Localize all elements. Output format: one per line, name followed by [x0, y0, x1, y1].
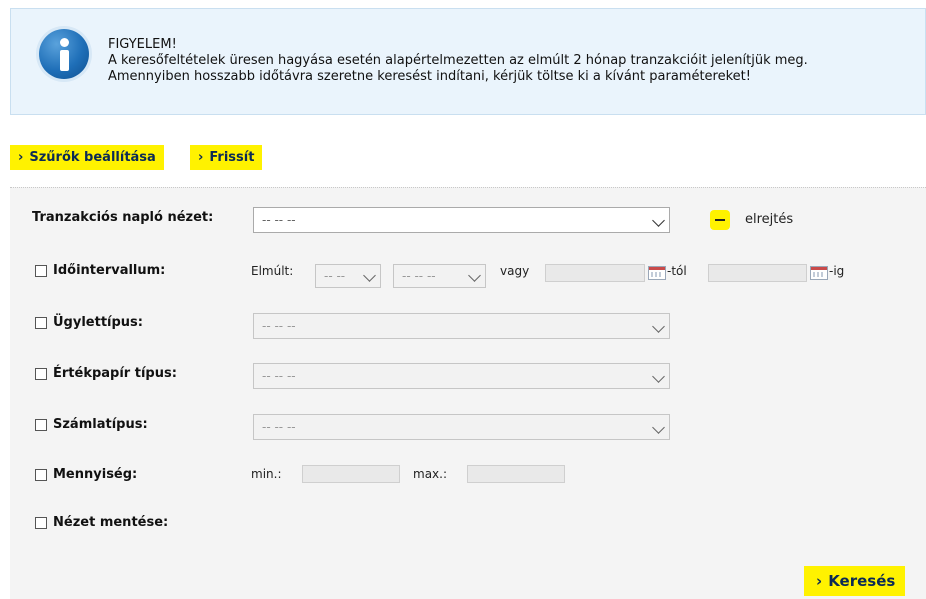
- view-label: Tranzakciós napló nézet:: [32, 210, 214, 225]
- filter-panel: Tranzakciós napló nézet: -- -- -- elrejt…: [10, 187, 926, 599]
- filter-settings-label: Szűrők beállítása: [29, 150, 156, 165]
- to-suffix: -ig: [829, 264, 845, 278]
- search-label: Keresés: [828, 572, 896, 590]
- chevron-down-icon: [652, 214, 665, 227]
- deal-type-label: Ügylettípus:: [53, 315, 143, 330]
- last-label: Elmúlt:: [251, 264, 294, 278]
- quantity-min-input[interactable]: [302, 465, 400, 483]
- search-button[interactable]: › Keresés: [804, 566, 906, 596]
- info-icon: [39, 29, 89, 79]
- chevron-down-icon: [652, 320, 665, 333]
- quantity-checkbox[interactable]: [35, 469, 47, 481]
- quantity-max-input[interactable]: [467, 465, 565, 483]
- view-select-value: -- -- --: [262, 213, 296, 227]
- notice-text: FIGYELEM! A keresőfeltételek üresen hagy…: [108, 37, 808, 85]
- last-unit-value: -- -- --: [402, 269, 436, 283]
- calendar-icon[interactable]: [810, 266, 828, 280]
- chevron-down-icon: [652, 370, 665, 383]
- quantity-min-label: min.:: [251, 467, 282, 481]
- notice-title: FIGYELEM!: [108, 37, 177, 52]
- save-view-checkbox[interactable]: [35, 517, 47, 529]
- interval-checkbox[interactable]: [35, 265, 47, 277]
- chevron-right-icon: ›: [18, 150, 24, 165]
- date-from-input[interactable]: [545, 264, 645, 282]
- date-to-input[interactable]: [708, 264, 807, 282]
- security-type-value: -- -- --: [262, 369, 296, 383]
- deal-type-value: -- -- --: [262, 319, 296, 333]
- quantity-label: Mennyiség:: [53, 467, 138, 482]
- notice-line-1: A keresőfeltételek üresen hagyása esetén…: [108, 53, 808, 68]
- refresh-button[interactable]: › Frissít: [190, 145, 263, 170]
- chevron-right-icon: ›: [198, 150, 204, 165]
- last-count-value: -- --: [324, 269, 346, 283]
- account-type-label: Számlatípus:: [53, 417, 148, 432]
- deal-type-select[interactable]: -- -- --: [253, 313, 670, 339]
- account-type-select[interactable]: -- -- --: [253, 414, 670, 440]
- last-count-select[interactable]: -- --: [315, 264, 381, 288]
- account-type-value: -- -- --: [262, 420, 296, 434]
- hide-toggle-button[interactable]: [710, 210, 730, 230]
- hide-label[interactable]: elrejtés: [745, 212, 793, 227]
- security-type-select[interactable]: -- -- --: [253, 363, 670, 389]
- deal-type-checkbox[interactable]: [35, 317, 47, 329]
- last-unit-select[interactable]: -- -- --: [393, 264, 486, 288]
- chevron-right-icon: ›: [816, 572, 823, 590]
- account-type-checkbox[interactable]: [35, 419, 47, 431]
- filter-settings-button[interactable]: › Szűrők beállítása: [10, 145, 164, 170]
- refresh-label: Frissít: [209, 150, 255, 165]
- chevron-down-icon: [363, 269, 376, 282]
- chevron-down-icon: [468, 269, 481, 282]
- info-notice: FIGYELEM! A keresőfeltételek üresen hagy…: [10, 8, 926, 115]
- chevron-down-icon: [652, 421, 665, 434]
- quantity-max-label: max.:: [413, 467, 448, 481]
- calendar-icon[interactable]: [648, 266, 666, 280]
- interval-label: Időintervallum:: [53, 263, 166, 278]
- security-type-label: Értékpapír típus:: [53, 366, 177, 381]
- save-view-label: Nézet mentése:: [53, 515, 169, 530]
- from-suffix: -tól: [667, 264, 687, 278]
- or-label: vagy: [500, 264, 530, 278]
- notice-line-2: Amennyiben hosszabb időtávra szeretne ke…: [108, 69, 751, 84]
- view-select[interactable]: -- -- --: [253, 207, 670, 233]
- security-type-checkbox[interactable]: [35, 368, 47, 380]
